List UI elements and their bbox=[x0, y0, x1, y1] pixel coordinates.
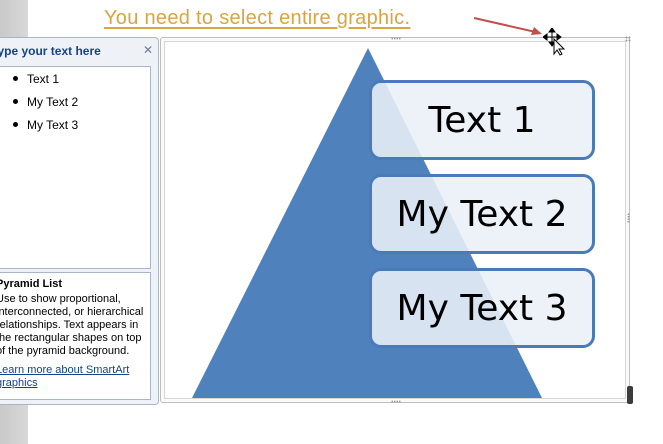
shape-text-1[interactable]: Text 1 bbox=[369, 80, 595, 160]
layout-description: Pyramid List Use to show proportional, i… bbox=[0, 272, 151, 400]
layout-description-text: Use to show proportional, interconnected… bbox=[0, 293, 144, 357]
bullet-list-editor[interactable]: Text 1 My Text 2 My Text 3 bbox=[0, 66, 151, 269]
arrow-icon bbox=[473, 17, 542, 35]
list-item-text[interactable]: Text 1 bbox=[27, 72, 59, 86]
shape-text-3[interactable]: My Text 3 bbox=[369, 268, 595, 348]
resize-grip[interactable] bbox=[627, 386, 633, 404]
list-item-text[interactable]: My Text 3 bbox=[27, 118, 78, 132]
list-item[interactable]: My Text 2 bbox=[11, 95, 78, 118]
bullet-icon bbox=[13, 122, 18, 127]
layout-name: Pyramid List bbox=[0, 278, 63, 290]
text-pane: Type your text here ✕ Text 1 My Text 2 M… bbox=[0, 37, 159, 405]
list-item-text[interactable]: My Text 2 bbox=[27, 95, 78, 109]
list-item[interactable]: My Text 3 bbox=[11, 118, 78, 141]
learn-more-link[interactable]: Learn more about SmartArt graphics bbox=[0, 364, 136, 390]
list-item[interactable]: Text 1 bbox=[11, 72, 78, 95]
shape-text-1-label: Text 1 bbox=[428, 99, 536, 141]
bottom-resize-handle[interactable] bbox=[391, 400, 401, 403]
bullet-icon bbox=[13, 76, 18, 81]
right-resize-handle[interactable] bbox=[627, 213, 630, 223]
move-cursor-icon bbox=[543, 28, 566, 56]
top-resize-handle[interactable] bbox=[391, 37, 401, 40]
callout-text: You need to select entire graphic. bbox=[104, 7, 411, 29]
text-pane-title: Type your text here bbox=[0, 44, 101, 58]
shape-text-2-label: My Text 2 bbox=[396, 193, 568, 235]
close-icon[interactable]: ✕ bbox=[142, 44, 154, 56]
shape-text-2[interactable]: My Text 2 bbox=[369, 174, 595, 254]
shape-text-3-label: My Text 3 bbox=[396, 287, 568, 329]
bullet-icon bbox=[13, 99, 18, 104]
top-right-resize-handle[interactable] bbox=[625, 36, 631, 42]
